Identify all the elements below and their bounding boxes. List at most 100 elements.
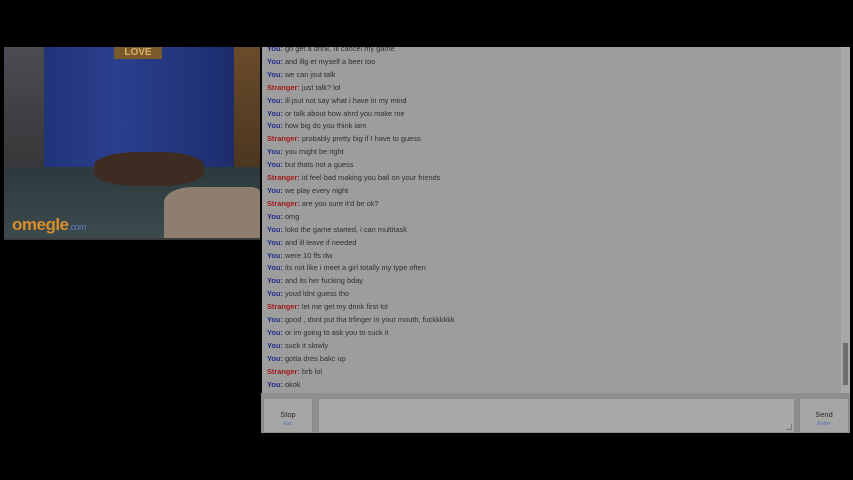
message-speaker: You: — [267, 250, 283, 260]
message-text: okok — [284, 379, 301, 389]
message-text: you might be right — [284, 147, 344, 157]
message-speaker: Stranger: — [267, 173, 300, 183]
send-label: Send — [815, 410, 833, 419]
message-speaker: You: — [267, 69, 283, 79]
message-speaker: You: — [267, 353, 283, 363]
message-text: brb lol — [301, 366, 323, 376]
message-speaker: You: — [267, 95, 283, 105]
message-text: we can jsut talk — [284, 69, 336, 79]
chat-message: You: we play every night — [267, 185, 837, 198]
message-speaker: You: — [267, 237, 283, 247]
message-speaker: Stranger: — [267, 302, 300, 312]
stop-button[interactable]: Stop Esc — [263, 398, 313, 433]
chat-message: You: loko the game started, i can multit… — [267, 224, 837, 237]
message-text: were 10 ffs dw — [284, 250, 333, 260]
message-text: or talk about how ahrd you make me — [284, 108, 405, 118]
message-text: probably pretty big if I have to guess — [301, 134, 421, 144]
message-text: and illg et myself a beer too — [284, 56, 376, 66]
message-text: or im going to ask you to suck it — [284, 327, 389, 337]
chat-log-panel[interactable]: You: go get a drink. ill cancel my game Y… — [262, 47, 850, 393]
message-speaker: You: — [267, 379, 283, 389]
message-speaker: You: — [267, 160, 283, 170]
chat-message: You: or im going to ask you to suck it — [267, 327, 837, 340]
chat-message: Stranger: let me get my drink first lol — [267, 301, 837, 314]
chat-message: You: gotta dres bakc up — [267, 353, 837, 366]
message-speaker: You: — [267, 147, 283, 157]
chat-message: You: you might be right — [267, 146, 837, 159]
message-speaker: You: — [267, 276, 283, 286]
message-speaker: You: — [267, 327, 283, 337]
stranger-video: LOVE omegle.com — [4, 47, 260, 240]
message-text: omg — [284, 211, 300, 221]
chat-log: You: go get a drink. ill cancel my game Y… — [267, 47, 837, 391]
message-speaker: You: — [267, 47, 283, 53]
logo-main: omegle — [12, 215, 69, 234]
chat-message: You: omg — [267, 211, 837, 224]
message-text: let me get my drink first lol — [301, 302, 388, 312]
resize-grip-icon[interactable] — [786, 424, 792, 430]
chat-message: You: suck it slowly — [267, 340, 837, 353]
chat-message: You: its not like i meet a girl totally … — [267, 262, 837, 275]
scrollbar-thumb[interactable] — [843, 343, 848, 385]
message-text: and ill leave if needed — [284, 237, 357, 247]
message-text: ill jsut not say what i have in my mind — [284, 95, 407, 105]
chat-message: You: okok — [267, 379, 837, 392]
message-input[interactable] — [318, 398, 795, 433]
message-text: gotta dres bakc up — [284, 353, 346, 363]
message-speaker: You: — [267, 211, 283, 221]
chat-message: You: good , dont put tha trfinger in you… — [267, 314, 837, 327]
message-text: its not like i meet a girl totally my ty… — [284, 263, 426, 273]
chat-message: You: ill jsut not say what i have in my … — [267, 95, 837, 108]
message-text: youd ldnt guess tho — [284, 289, 350, 299]
message-text: just talk? lol — [301, 82, 341, 92]
message-text: loko the game started, i can multitask — [284, 224, 407, 234]
chat-message: You: or talk about how ahrd you make me — [267, 108, 837, 121]
chat-message: Stranger: id feel bad making you bail on… — [267, 172, 837, 185]
message-speaker: You: — [267, 263, 283, 273]
message-text: good , dont put tha trfinger in your mou… — [284, 315, 455, 325]
chat-message: Stranger: are you sure it'd be ok? — [267, 198, 837, 211]
chat-message: You: youd ldnt guess tho — [267, 288, 837, 301]
send-button[interactable]: Send Enter — [799, 398, 849, 433]
message-text: but thats not a guess — [284, 160, 354, 170]
message-speaker: You: — [267, 108, 283, 118]
message-speaker: Stranger: — [267, 82, 300, 92]
stop-label: Stop — [280, 410, 296, 419]
chat-message: Stranger: brb lol — [267, 366, 837, 379]
message-speaker: You: — [267, 56, 283, 66]
message-speaker: You: — [267, 289, 283, 299]
chat-message: You: and its her fucking bday — [267, 275, 837, 288]
video-blanket — [164, 187, 260, 238]
chat-controls: Stop Esc Send Enter — [261, 393, 850, 433]
message-text: and its her fucking bday — [284, 276, 363, 286]
chat-message: You: were 10 ffs dw — [267, 250, 837, 263]
send-hint: Enter — [817, 421, 831, 427]
chat-message: You: and illg et myself a beer too — [267, 56, 837, 69]
message-speaker: Stranger: — [267, 366, 300, 376]
chat-message: Stranger: probably pretty big if I have … — [267, 133, 837, 146]
message-text: id feel bad making you bail on your frie… — [301, 173, 441, 183]
message-text: go get a drink. ill cancel my game — [284, 47, 395, 53]
message-speaker: Stranger: — [267, 198, 300, 208]
message-text: how big do you think iam — [284, 121, 367, 131]
message-text: suck it slowly — [284, 340, 329, 350]
chat-message: You: and ill leave if needed — [267, 237, 837, 250]
message-speaker: Stranger: — [267, 134, 300, 144]
video-pillow — [94, 152, 204, 186]
message-speaker: You: — [267, 121, 283, 131]
chat-message: You: how big do you think iam — [267, 120, 837, 133]
chat-message: You: but thats not a guess — [267, 159, 837, 172]
stop-hint: Esc — [283, 421, 293, 427]
chat-message: You: we can jsut talk — [267, 69, 837, 82]
chat-message: Stranger: just talk? lol — [267, 82, 837, 95]
logo-suffix: .com — [68, 222, 87, 232]
message-speaker: You: — [267, 224, 283, 234]
chat-scrollbar[interactable] — [841, 47, 850, 393]
message-speaker: You: — [267, 315, 283, 325]
omegle-logo: omegle.com — [12, 215, 87, 235]
video-sign: LOVE — [114, 47, 162, 59]
message-text: are you sure it'd be ok? — [301, 198, 379, 208]
message-speaker: You: — [267, 340, 283, 350]
message-speaker: You: — [267, 185, 283, 195]
chat-message: You: go get a drink. ill cancel my game — [267, 47, 837, 56]
